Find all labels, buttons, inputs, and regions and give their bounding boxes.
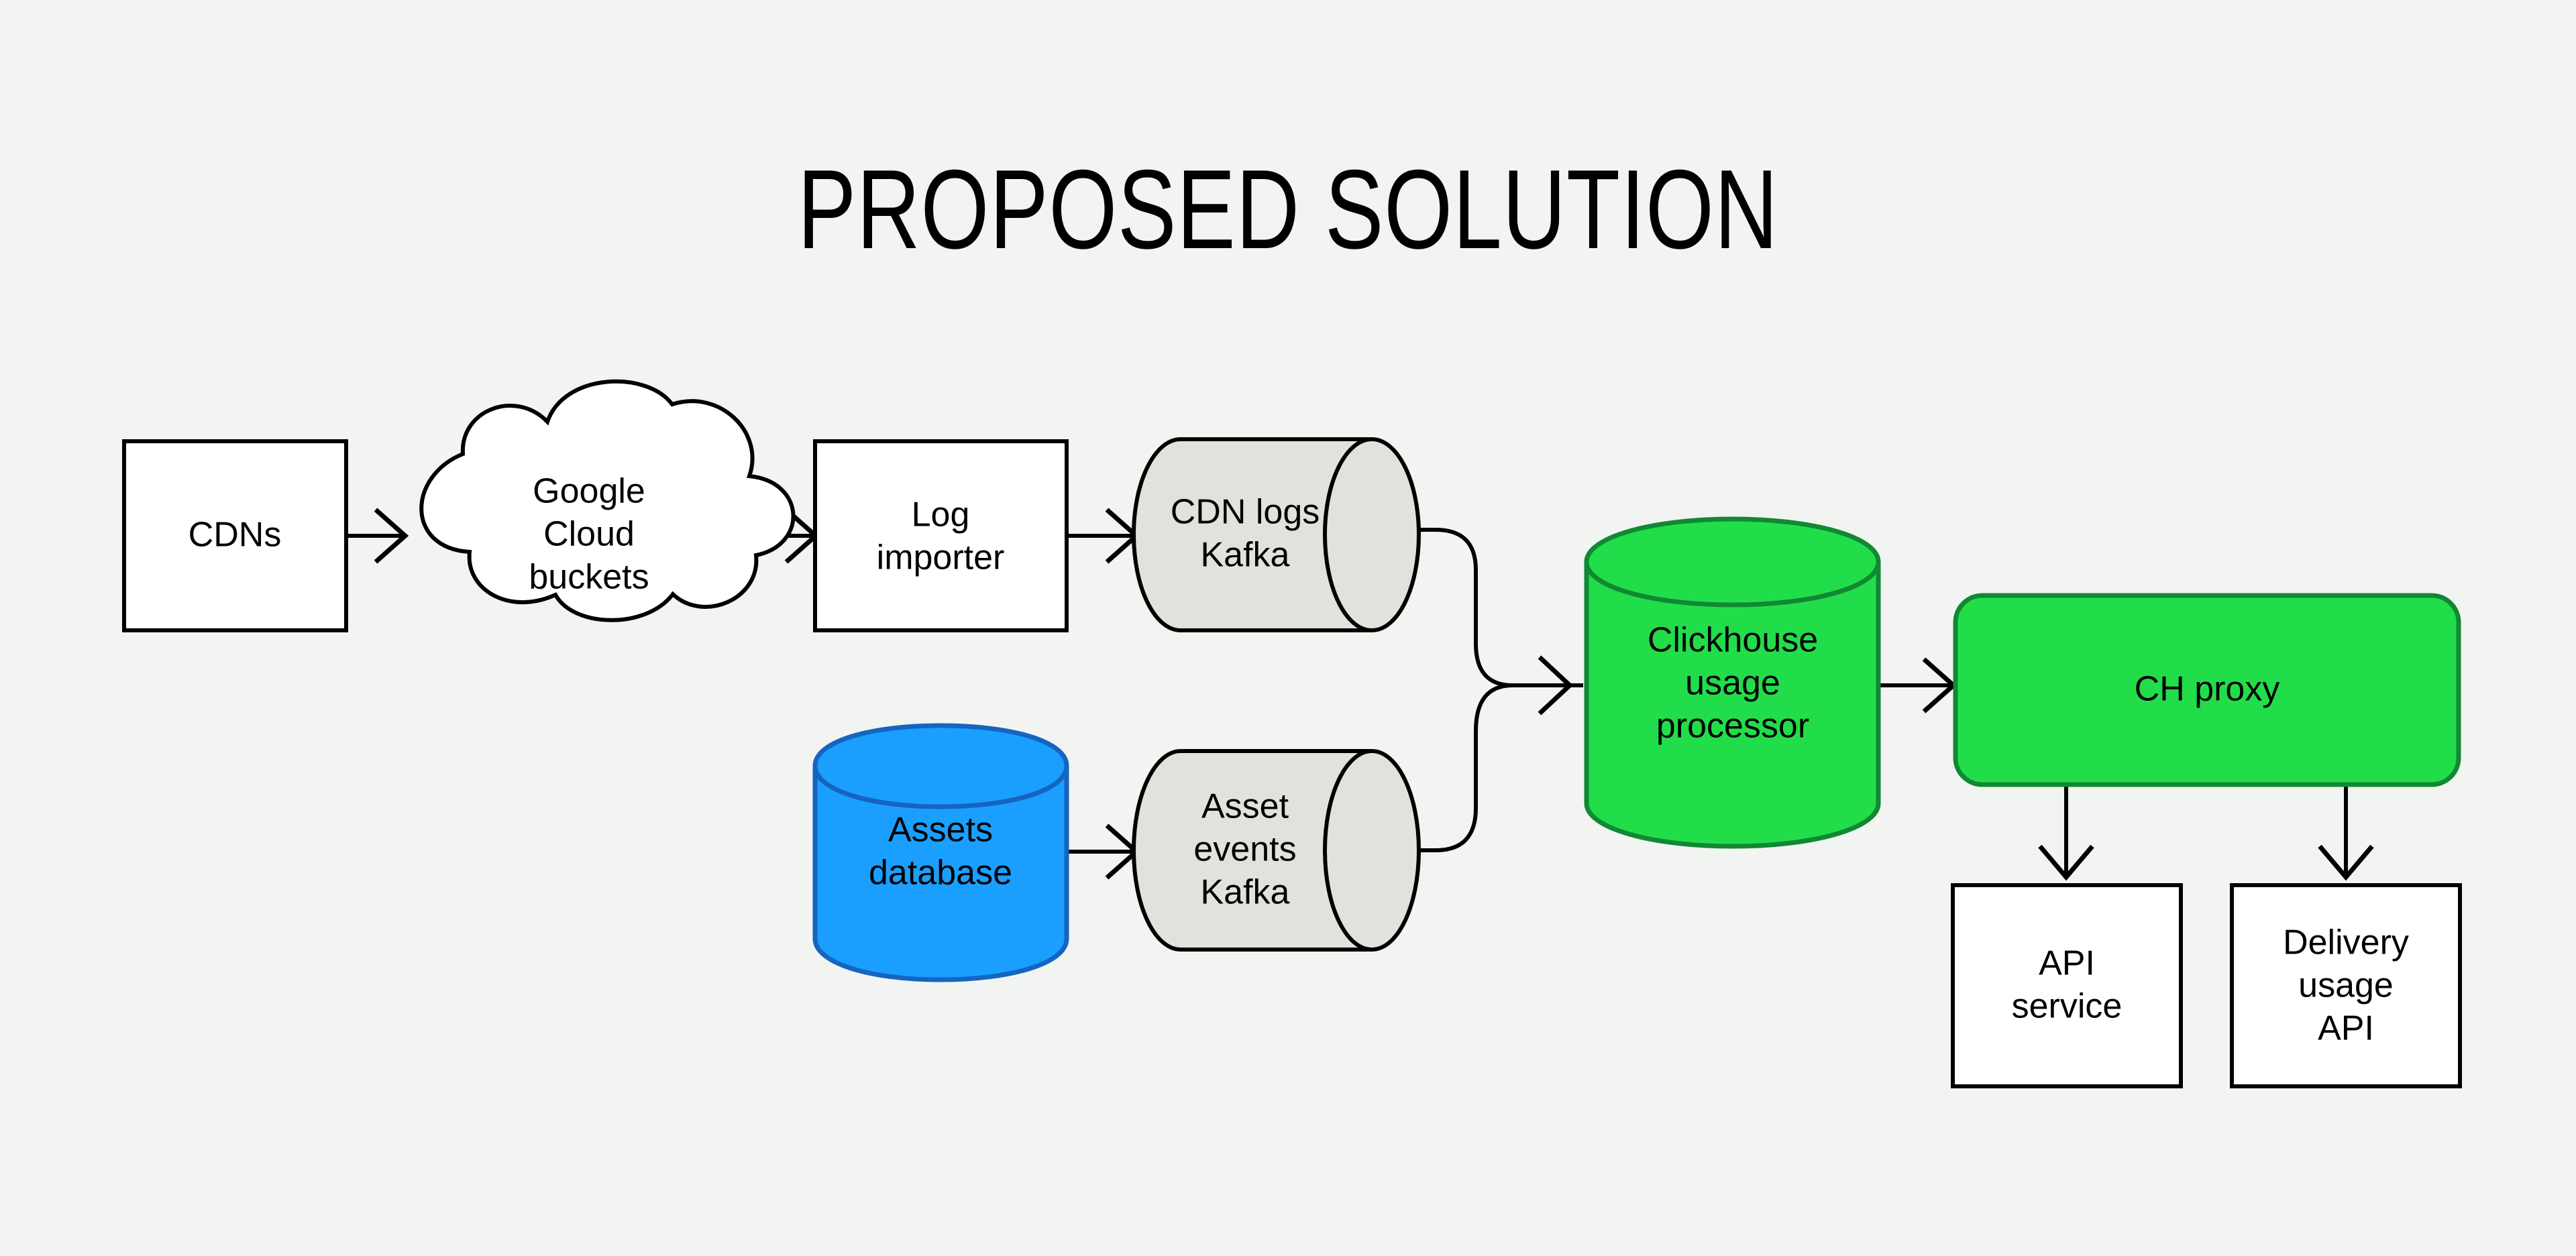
delivery-api-box[interactable] [2230, 883, 2462, 1088]
node-cdn-logs-kafka[interactable]: CDN logs Kafka [1131, 437, 1421, 632]
ch-proxy-box[interactable] [1953, 593, 2461, 787]
edge-ch-proxy-to-api-service [2038, 785, 2094, 881]
edge-ch-proxy-to-delivery-api [2318, 785, 2374, 881]
edge-assets-db-to-asset-kafka [1068, 823, 1140, 880]
node-asset-events-kafka[interactable]: Asset events Kafka [1131, 749, 1421, 952]
node-google-cloud-buckets[interactable]: Google Cloud buckets [419, 379, 796, 622]
ch-processor-cylinder-body[interactable] [1584, 516, 1881, 849]
node-assets-database[interactable]: Assets database [812, 723, 1069, 982]
edge-cdns-to-gcs [346, 508, 409, 564]
edge-processor-to-ch-proxy [1878, 657, 1957, 713]
diagram-canvas: PROPOSED SOLUTION CDNs Google Cloud buck… [0, 0, 2576, 1256]
asset-kafka-cylinder-body[interactable] [1131, 749, 1421, 952]
log-importer-box[interactable] [813, 439, 1069, 632]
node-log-importer[interactable]: Log importer [813, 439, 1069, 632]
edge-merge-trunk-to-processor [1513, 655, 1583, 716]
api-service-box[interactable] [1951, 883, 2183, 1088]
node-delivery-usage-api[interactable]: Delivery usage API [2230, 883, 2462, 1088]
node-ch-proxy[interactable]: CH proxy [1953, 593, 2461, 787]
assets-db-cylinder-body[interactable] [812, 723, 1069, 982]
node-cdns[interactable]: CDNs [122, 439, 348, 632]
node-clickhouse-usage-processor[interactable]: Clickhouse usage processor [1584, 516, 1881, 849]
edge-log-importer-to-cdn-kafka [1068, 508, 1140, 564]
architecture-diagram-svg: CDNs Google Cloud buckets Log importer C… [122, 379, 2462, 1088]
cdn-kafka-cylinder-body[interactable] [1131, 437, 1421, 632]
node-api-service[interactable]: API service [1951, 883, 2183, 1088]
cdns-box[interactable] [122, 439, 348, 632]
cloud-icon[interactable] [419, 379, 796, 622]
